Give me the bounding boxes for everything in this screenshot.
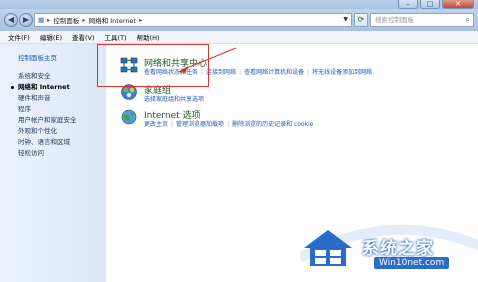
sidebar-item-appearance[interactable]: 外观和个性化 (18, 126, 106, 137)
sidebar-item-system-security[interactable]: 系统和安全 (18, 71, 106, 82)
sidebar-item-clock-language[interactable]: 时钟、语言和区域 (18, 137, 106, 148)
address-bar[interactable]: ▦ ▸ 控制面板 ▸ 网络和 Internet ▸ ▼ (34, 13, 352, 27)
search-icon[interactable]: ⌕ (466, 14, 470, 26)
back-button[interactable]: ◀ (4, 13, 18, 27)
homegroup-links: 选择家庭组和共享选项 (144, 94, 204, 103)
red-arrow-icon (178, 47, 237, 73)
breadcrumb-separator-icon: ▸ (82, 16, 86, 24)
menu-help[interactable]: 帮助(H) (137, 32, 160, 42)
menu-tools[interactable]: 工具(T) (105, 32, 127, 42)
breadcrumb-current[interactable]: 网络和 Internet (89, 15, 136, 25)
menu-file[interactable]: 文件(F) (8, 32, 30, 42)
sidebar-item-programs[interactable]: 程序 (18, 104, 106, 115)
internet-options-links: 更改主页 | 管理浏览器加载项 | 删除浏览的历史记录和 cookie (144, 121, 314, 128)
menu-bar: 文件(F) 编辑(E) 查看(V) 工具(T) 帮助(H) (0, 31, 478, 44)
minimize-button[interactable]: – (398, 0, 418, 9)
link-delete-history[interactable]: 删除浏览的历史记录和 cookie (232, 121, 313, 128)
refresh-button[interactable]: ⟳ (354, 13, 368, 27)
link-manage-addons[interactable]: 管理浏览器加载项 (176, 121, 224, 128)
sidebar-item-network-internet[interactable]: 网络和 Internet (11, 82, 106, 93)
menu-edit[interactable]: 编辑(E) (40, 32, 62, 42)
sidebar-home-link[interactable]: 控制面板主页 (18, 52, 106, 62)
sidebar: 控制面板主页 系统和安全 网络和 Internet 硬件和声音 程序 用户帐户和… (0, 44, 106, 282)
control-panel-icon: ▦ (38, 16, 45, 24)
close-button[interactable]: ✕ (442, 0, 474, 9)
sidebar-item-hardware-sound[interactable]: 硬件和声音 (18, 93, 106, 104)
menu-view[interactable]: 查看(V) (72, 32, 95, 42)
breadcrumb-separator-icon: ▸ (47, 16, 51, 24)
watermark-logo-icon (304, 230, 352, 266)
link-add-wireless-device[interactable]: 将无线设备添加到网络 (312, 69, 372, 76)
link-change-homepage[interactable]: 更改主页 (144, 121, 168, 128)
watermark-url: Win10net.com (374, 257, 450, 269)
title-bar: – □ ✕ (0, 0, 478, 9)
internet-globe-icon (121, 109, 137, 125)
sidebar-item-user-accounts[interactable]: 用户帐户和家庭安全 (18, 115, 106, 126)
maximize-button[interactable]: □ (420, 0, 440, 9)
forward-button[interactable]: ▶ (19, 13, 33, 27)
chevron-down-icon[interactable]: ▼ (343, 16, 348, 23)
search-placeholder: 搜索控制面板 (375, 16, 414, 24)
watermark-brand: 系统之家 (362, 239, 434, 259)
navigation-bar: ◀ ▶ ▦ ▸ 控制面板 ▸ 网络和 Internet ▸ ▼ ⟳ 搜索控制面板… (0, 9, 478, 31)
link-view-network-computers[interactable]: 查看网络计算机和设备 (244, 69, 304, 76)
link-homegroup-sharing[interactable]: 选择家庭组和共享选项 (144, 96, 204, 103)
sidebar-item-ease-of-access[interactable]: 轻松访问 (18, 148, 106, 159)
breadcrumb-control-panel[interactable]: 控制面板 (53, 15, 79, 25)
breadcrumb-separator-icon: ▸ (139, 16, 143, 24)
search-input[interactable]: 搜索控制面板 ⌕ (370, 13, 474, 27)
